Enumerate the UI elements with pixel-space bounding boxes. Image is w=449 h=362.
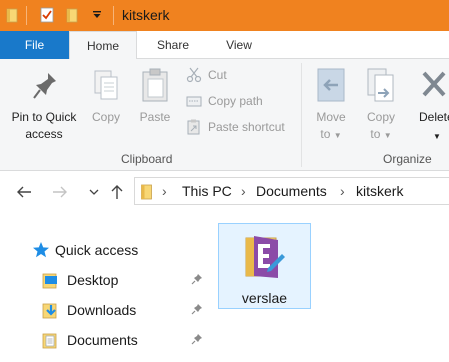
copy-to-line2: to — [370, 127, 381, 141]
ribbon-tab-bar: File Home Share View — [0, 31, 449, 60]
quick-access-label: Quick access — [55, 242, 139, 258]
file-name-label: verslae — [241, 290, 288, 306]
copy-path-icon — [186, 96, 202, 107]
downloads-label: Downloads — [67, 302, 137, 318]
copy-to-button[interactable]: Copy to ▼ — [358, 67, 404, 145]
qa-separator — [26, 6, 27, 25]
pinned-icon — [191, 334, 202, 345]
copy-button[interactable]: Copy — [86, 67, 126, 145]
paste-shortcut-label: Paste shortcut — [208, 120, 285, 134]
delete-caret-icon: ▼ — [433, 132, 441, 141]
pushpin-icon — [33, 73, 56, 99]
move-to-icon — [317, 68, 345, 102]
file-item-verslae[interactable]: verslae — [218, 223, 311, 309]
folder-icon — [245, 236, 285, 278]
ribbon: Pin to Quick access Copy Paste Cut Copy … — [0, 59, 449, 171]
documents-label: Documents — [67, 332, 138, 348]
copy-label: Copy — [91, 110, 120, 124]
cut-label: Cut — [208, 68, 227, 82]
cut-button[interactable]: Cut — [186, 65, 256, 85]
move-to-caret-icon: ▼ — [333, 131, 342, 140]
delete-icon — [422, 71, 446, 97]
up-arrow-icon[interactable] — [107, 182, 127, 202]
pinned-icon — [191, 304, 202, 315]
address-bar[interactable]: › This PC › Documents › kitskerk — [134, 177, 449, 205]
nav-item-downloads[interactable]: Downloads — [42, 298, 212, 322]
paste-shortcut-icon — [187, 119, 200, 135]
pin-to-quick-access-button[interactable]: Pin to Quick access — [4, 67, 84, 145]
organize-group-label: Organize — [383, 152, 432, 166]
title-separator — [113, 6, 114, 25]
breadcrumb-separator-icon[interactable]: › — [162, 183, 167, 199]
copy-to-icon — [367, 68, 394, 102]
copy-path-button[interactable]: Copy path — [186, 91, 286, 111]
scissors-icon — [186, 67, 202, 83]
copy-to-caret-icon: ▼ — [383, 131, 392, 140]
copy-icon — [94, 70, 118, 100]
desktop-folder-icon — [42, 273, 57, 289]
copy-to-line1: Copy — [366, 110, 395, 124]
tab-file[interactable]: File — [0, 31, 69, 59]
delete-label: Delete — [419, 110, 449, 124]
nav-quick-access[interactable]: Quick access — [32, 238, 202, 262]
recent-locations-chevron-icon[interactable] — [84, 182, 104, 202]
window-title: kitskerk — [122, 7, 170, 23]
tab-share[interactable]: Share — [140, 31, 206, 59]
breadcrumb-separator-icon[interactable]: › — [241, 183, 246, 199]
customize-dropdown-icon[interactable] — [92, 11, 102, 19]
paste-label: Paste — [139, 110, 171, 124]
clipboard-group-label: Clipboard — [121, 152, 173, 166]
move-to-line2: to — [320, 127, 331, 141]
properties-icon[interactable] — [40, 7, 54, 23]
pinned-icon — [191, 274, 202, 285]
pin-label-line1: Pin to Quick — [11, 110, 77, 124]
breadcrumb-this-pc[interactable]: This PC — [182, 183, 232, 199]
tab-view[interactable]: View — [206, 31, 272, 59]
title-bar: kitskerk — [0, 0, 449, 31]
forward-arrow-icon[interactable] — [50, 182, 70, 202]
documents-folder-icon — [42, 333, 57, 349]
clipboard-icon — [142, 68, 168, 102]
breadcrumb-separator-icon[interactable]: › — [340, 183, 345, 199]
move-to-button[interactable]: Move to ▼ — [308, 67, 354, 145]
paste-button[interactable]: Paste — [134, 67, 176, 145]
tab-home[interactable]: Home — [69, 31, 137, 60]
desktop-label: Desktop — [67, 272, 119, 288]
nav-item-documents[interactable]: Documents — [42, 328, 212, 352]
copy-path-label: Copy path — [208, 94, 263, 108]
pin-label-line2: access — [25, 127, 63, 141]
folder-icon — [141, 184, 152, 200]
breadcrumb-kitskerk[interactable]: kitskerk — [356, 183, 403, 199]
move-to-line1: Move — [316, 110, 346, 124]
nav-item-desktop[interactable]: Desktop — [42, 268, 212, 292]
folder-icon[interactable] — [6, 7, 20, 23]
delete-button[interactable]: Delete ▼ — [412, 67, 449, 145]
new-folder-icon[interactable] — [66, 7, 80, 23]
paste-shortcut-button[interactable]: Paste shortcut — [186, 117, 296, 137]
quick-access-star-icon — [33, 242, 49, 258]
breadcrumb-documents[interactable]: Documents — [256, 183, 327, 199]
group-separator — [301, 63, 302, 167]
downloads-folder-icon — [42, 303, 57, 319]
back-arrow-icon[interactable] — [14, 182, 34, 202]
